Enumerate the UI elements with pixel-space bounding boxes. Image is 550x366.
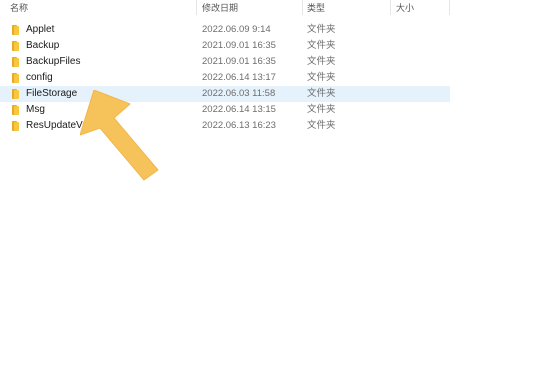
file-name: Backup <box>26 40 60 51</box>
file-row-msg[interactable]: Msg 2022.06.14 13:15 文件夹 <box>0 102 450 118</box>
column-header-type[interactable]: 类型 <box>307 2 325 14</box>
file-list: Applet 2022.06.09 9:14 文件夹 Backup 2021.0… <box>0 22 450 134</box>
file-name: Msg <box>26 104 45 115</box>
file-name: FileStorage <box>26 88 78 99</box>
column-header-date-modified[interactable]: 修改日期 <box>202 2 238 14</box>
folder-icon <box>12 25 19 35</box>
folder-icon <box>12 41 19 51</box>
file-row-applet[interactable]: Applet 2022.06.09 9:14 文件夹 <box>0 22 450 38</box>
file-date: 2022.06.09 9:14 <box>202 24 271 35</box>
file-date: 2022.06.03 11:58 <box>202 88 276 99</box>
file-date: 2022.06.14 13:17 <box>202 72 276 83</box>
folder-icon <box>12 73 19 83</box>
file-date: 2021.09.01 16:35 <box>202 56 276 67</box>
file-row-backupfiles[interactable]: BackupFiles 2021.09.01 16:35 文件夹 <box>0 54 450 70</box>
file-type: 文件夹 <box>307 104 336 115</box>
file-name: Applet <box>26 24 55 35</box>
sort-chevron-icon: ⌃ <box>95 0 102 6</box>
file-row-resupdatev2[interactable]: ResUpdateV2 2022.06.13 16:23 文件夹 <box>0 118 450 134</box>
column-header-size[interactable]: 大小 <box>396 2 414 14</box>
file-date: 2022.06.14 13:15 <box>202 104 276 115</box>
file-name: BackupFiles <box>26 56 81 67</box>
file-row-config[interactable]: config 2022.06.14 13:17 文件夹 <box>0 70 450 86</box>
folder-icon <box>12 57 19 67</box>
file-type: 文件夹 <box>307 56 336 67</box>
file-date: 2021.09.01 16:35 <box>202 40 276 51</box>
column-divider[interactable] <box>449 0 450 15</box>
file-row-backup[interactable]: Backup 2021.09.01 16:35 文件夹 <box>0 38 450 54</box>
column-header-row: ⌃ 名称 修改日期 类型 大小 <box>0 0 450 16</box>
file-type: 文件夹 <box>307 24 336 35</box>
column-divider[interactable] <box>196 0 197 15</box>
file-type: 文件夹 <box>307 72 336 83</box>
column-header-name[interactable]: 名称 <box>10 2 28 14</box>
folder-icon <box>12 121 19 131</box>
file-row-filestorage[interactable]: FileStorage 2022.06.03 11:58 文件夹 <box>0 86 450 102</box>
file-name: ResUpdateV2 <box>26 120 89 131</box>
file-name: config <box>26 72 53 83</box>
column-divider[interactable] <box>390 0 391 15</box>
folder-icon <box>12 89 19 99</box>
file-date: 2022.06.13 16:23 <box>202 120 276 131</box>
file-type: 文件夹 <box>307 88 336 99</box>
file-explorer: ⌃ 名称 修改日期 类型 大小 Applet 2022.06.09 9:14 文… <box>0 0 550 366</box>
file-type: 文件夹 <box>307 40 336 51</box>
column-divider[interactable] <box>302 0 303 15</box>
file-type: 文件夹 <box>307 120 336 131</box>
folder-icon <box>12 105 19 115</box>
